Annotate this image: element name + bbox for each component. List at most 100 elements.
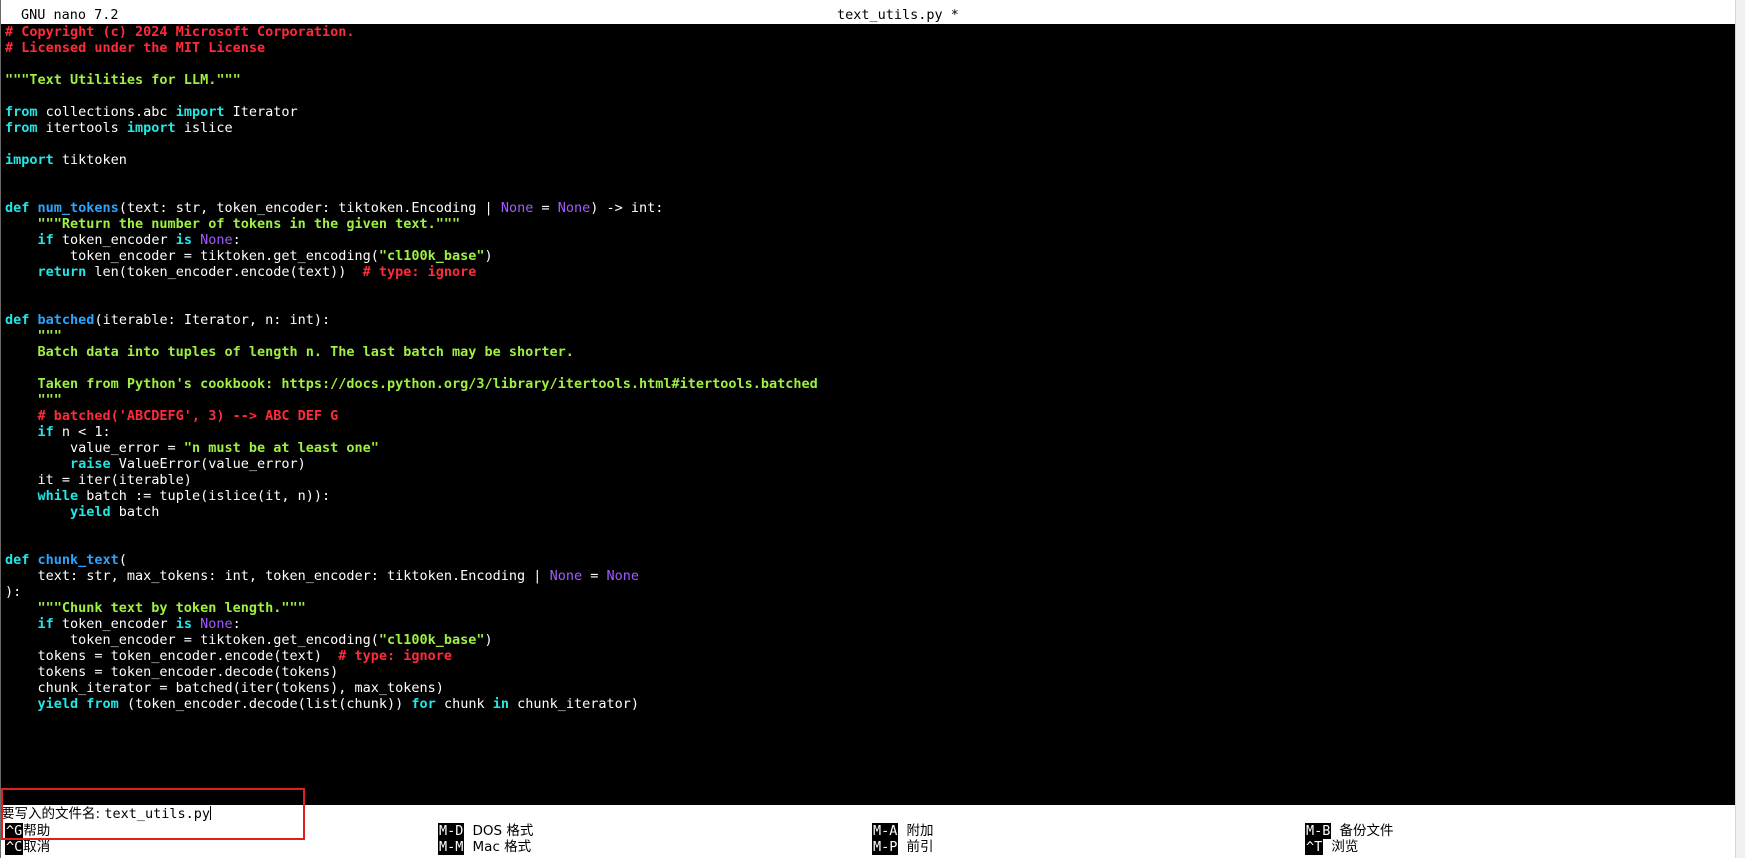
code-text: token_encoder bbox=[53, 232, 176, 248]
code-line: def batched(iterable: Iterator, n: int): bbox=[5, 312, 1730, 328]
code-line: """Text Utilities for LLM.""" bbox=[5, 72, 1730, 88]
keyword: is bbox=[175, 232, 192, 248]
keyword: from bbox=[86, 696, 119, 712]
shortcut-key: ^G bbox=[5, 823, 24, 839]
code-text: tokens = token_encoder.decode(tokens) bbox=[5, 664, 339, 680]
code-line: if token_encoder is None: bbox=[5, 616, 1730, 632]
shortcut-key: ^T bbox=[1305, 839, 1324, 855]
comment: # batched('ABCDEFG', 3) --> ABC DEF G bbox=[5, 408, 339, 424]
code-text: : bbox=[232, 616, 241, 632]
docstring: """ bbox=[5, 392, 62, 408]
keyword: if bbox=[37, 616, 54, 632]
shortcut-cancel[interactable]: ^C取消 bbox=[5, 839, 50, 855]
window-scrollbar[interactable] bbox=[1735, 0, 1745, 858]
shortcut-append[interactable]: M-A 附加 bbox=[872, 823, 934, 839]
code-text: len(token_encoder.encode(text)) bbox=[86, 264, 363, 280]
code-line: yield from (token_encoder.decode(list(ch… bbox=[5, 696, 1730, 712]
code-line: token_encoder = tiktoken.get_encoding("c… bbox=[5, 632, 1730, 648]
shortcut-label: Mac 格式 bbox=[472, 839, 532, 855]
docstring: Batch data into tuples of length n. The … bbox=[5, 344, 574, 360]
code-line: Batch data into tuples of length n. The … bbox=[5, 344, 1730, 360]
keyword: def bbox=[5, 312, 30, 328]
function-name: batched bbox=[37, 312, 95, 328]
keyword: yield bbox=[70, 504, 111, 520]
code-line: """Chunk text by token length.""" bbox=[5, 600, 1730, 616]
keyword: raise bbox=[70, 456, 111, 472]
string: "cl100k_base" bbox=[378, 632, 485, 648]
code-text: = bbox=[582, 568, 607, 584]
docstring: """Return the number of tokens in the gi… bbox=[5, 216, 461, 232]
shortcut-help[interactable]: ^G帮助 bbox=[5, 823, 50, 839]
code-line: it = iter(iterable) bbox=[5, 472, 1730, 488]
keyword: is bbox=[175, 616, 192, 632]
code-line: """ bbox=[5, 328, 1730, 344]
shortcut-label: 附加 bbox=[906, 823, 934, 839]
code-text: itertools bbox=[37, 120, 127, 136]
string: "cl100k_base" bbox=[378, 248, 485, 264]
code-text: value_error = bbox=[5, 440, 184, 456]
code-line: ): bbox=[5, 584, 1730, 600]
code-line: """ bbox=[5, 392, 1730, 408]
shortcut-dos-format[interactable]: M-D DOS 格式 bbox=[438, 823, 533, 839]
code-line: def chunk_text( bbox=[5, 552, 1730, 568]
editor-version: GNU nano 7.2 bbox=[21, 7, 119, 23]
shortcut-prepend[interactable]: M-P 前引 bbox=[872, 839, 934, 855]
shortcut-backup-file[interactable]: M-B 备份文件 bbox=[1305, 823, 1394, 839]
code-editor[interactable]: # Copyright (c) 2024 Microsoft Corporati… bbox=[5, 24, 1730, 712]
code-text: (token_encoder.decode(list(chunk)) bbox=[118, 696, 412, 712]
nano-title-bar: GNU nano 7.2 text_utils.py * bbox=[1, 6, 1735, 24]
docstring: """Chunk text by token length.""" bbox=[5, 600, 306, 616]
code-text: token_encoder = tiktoken.get_encoding( bbox=[5, 632, 379, 648]
code-line: """Return the number of tokens in the gi… bbox=[5, 216, 1730, 232]
keyword: yield bbox=[37, 696, 79, 712]
code-text: collections.abc bbox=[37, 104, 176, 120]
shortcut-browse[interactable]: ^T 浏览 bbox=[1305, 839, 1358, 855]
docstring: """ bbox=[5, 328, 62, 344]
shortcut-mac-format[interactable]: M-M Mac 格式 bbox=[438, 839, 531, 855]
code-text: token_encoder bbox=[53, 616, 176, 632]
code-text: tokens = token_encoder.encode(text) bbox=[5, 648, 339, 664]
code-text: tiktoken bbox=[53, 152, 127, 168]
code-line: text: str, max_tokens: int, token_encode… bbox=[5, 568, 1730, 584]
keyword: from bbox=[5, 120, 38, 136]
none-constant: None bbox=[500, 200, 534, 216]
comment: # Copyright (c) 2024 Microsoft Corporati… bbox=[5, 24, 355, 40]
shortcut-bar: ^G帮助 ^C取消 M-D DOS 格式 M-M Mac 格式 M-A 附加 M… bbox=[1, 823, 1735, 858]
code-text: ) bbox=[484, 248, 493, 264]
function-name: chunk_text bbox=[37, 552, 119, 568]
docstring: """Text Utilities for LLM.""" bbox=[5, 72, 241, 88]
filename-prompt[interactable]: 要写入的文件名: text_utils.py bbox=[1, 805, 1735, 823]
code-text: batch := tuple(islice(it, n)): bbox=[78, 488, 331, 504]
code-text: = bbox=[533, 200, 558, 216]
shortcut-label: 备份文件 bbox=[1339, 823, 1394, 839]
code-text: token_encoder = tiktoken.get_encoding( bbox=[5, 248, 379, 264]
comment: # type: ignore bbox=[362, 264, 477, 280]
none-constant: None bbox=[200, 616, 233, 632]
comment: # type: ignore bbox=[338, 648, 453, 664]
code-line: # Licensed under the MIT License bbox=[5, 40, 1730, 56]
code-line: if n < 1: bbox=[5, 424, 1730, 440]
code-line: token_encoder = tiktoken.get_encoding("c… bbox=[5, 248, 1730, 264]
keyword: while bbox=[37, 488, 79, 504]
shortcut-label: DOS 格式 bbox=[472, 823, 534, 839]
filename-input[interactable]: text_utils.py bbox=[104, 806, 210, 822]
keyword: import bbox=[5, 152, 54, 168]
keyword: if bbox=[37, 232, 54, 248]
keyword: in bbox=[492, 696, 509, 712]
code-line: tokens = token_encoder.encode(text) # ty… bbox=[5, 648, 1730, 664]
